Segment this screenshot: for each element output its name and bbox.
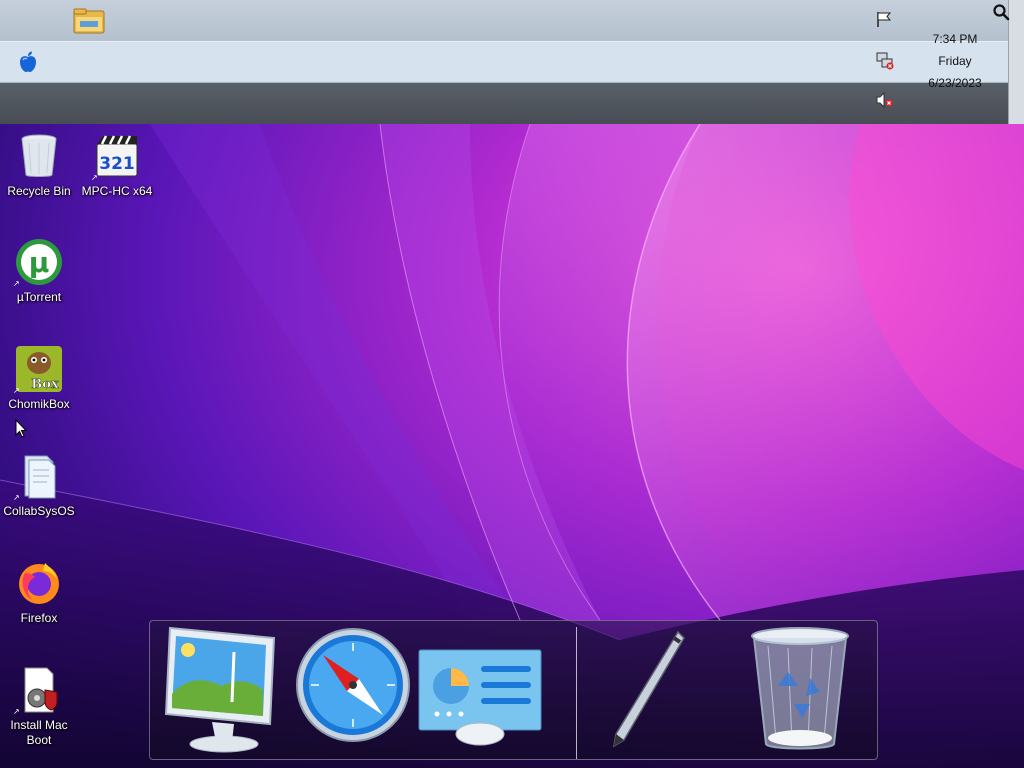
shortcut-arrow-icon: ↗	[91, 173, 98, 182]
desktop-icon-collabsysos[interactable]: ↗ CollabSysOS	[0, 452, 78, 519]
photos-monitor-icon[interactable]	[160, 624, 280, 754]
pen-icon[interactable]	[608, 628, 688, 750]
desktop-icon-chomikbox[interactable]: Box ↗ ChomikBox	[0, 345, 78, 412]
folder-icon[interactable]	[72, 5, 106, 37]
desktop-icon-label: Install Mac Boot	[10, 718, 68, 747]
flag-icon[interactable]	[876, 11, 894, 28]
mpc-badge-text: 321	[99, 154, 135, 174]
recycle-bin-icon	[15, 132, 63, 180]
system-clock[interactable]: 7:34 PM Friday 6/23/2023	[905, 28, 1005, 94]
desktop-icon-recycle-bin[interactable]: Recycle Bin	[0, 132, 78, 199]
chomikbox-icon: Box ↗	[13, 345, 63, 395]
mouse-cursor-icon	[15, 419, 28, 438]
installer-icon: ↗	[13, 666, 63, 716]
desktop-icon-label: µTorrent	[16, 290, 62, 304]
search-icon[interactable]	[992, 3, 1010, 21]
menu-bar	[0, 41, 1024, 83]
safari-compass-icon[interactable]	[295, 627, 411, 743]
shortcut-arrow-icon: ↗	[13, 493, 20, 502]
clock-date: 6/23/2023	[928, 76, 982, 90]
clock-time: 7:34 PM	[932, 32, 978, 46]
dock-divider	[576, 627, 577, 759]
mpc-hc-icon: 321 ↗	[91, 132, 141, 182]
top-toolbar	[0, 0, 1024, 41]
folder-document-icon: ↗	[13, 452, 63, 502]
shortcut-arrow-icon: ↗	[13, 707, 20, 716]
apple-icon[interactable]	[17, 50, 39, 74]
taskbar-strip	[0, 83, 1024, 124]
desktop-icon-install-mac-boot[interactable]: ↗ Install Mac Boot	[0, 666, 78, 748]
firefox-icon	[15, 559, 63, 607]
desktop-icon-label: Firefox	[20, 611, 58, 625]
chomikbox-badge-text: Box	[31, 377, 59, 392]
desktop-icon-label: ChomikBox	[8, 397, 70, 411]
utorrent-icon: µ ↗	[13, 238, 63, 288]
desktop-icon-utorrent[interactable]: µ ↗ µTorrent	[0, 238, 78, 305]
scrollbar-edge[interactable]	[1008, 0, 1024, 124]
control-panel-icon[interactable]	[417, 648, 543, 746]
desktop-icon-label: Recycle Bin	[7, 184, 71, 198]
clock-day: Friday	[938, 54, 972, 68]
desktop-icon-firefox[interactable]: Firefox	[0, 559, 78, 626]
volume-muted-icon[interactable]	[876, 92, 894, 108]
trash-icon[interactable]	[748, 626, 852, 752]
desktop-icon-label: MPC-HC x64	[81, 184, 153, 198]
network-icon[interactable]	[876, 52, 895, 70]
shortcut-arrow-icon: ↗	[13, 386, 20, 395]
shortcut-arrow-icon: ↗	[13, 279, 20, 288]
desktop-icon-label: CollabSysOS	[3, 504, 75, 518]
desktop-icon-mpc-hc[interactable]: 321 ↗ MPC-HC x64	[78, 132, 156, 199]
svg-text:µ: µ	[29, 246, 50, 279]
